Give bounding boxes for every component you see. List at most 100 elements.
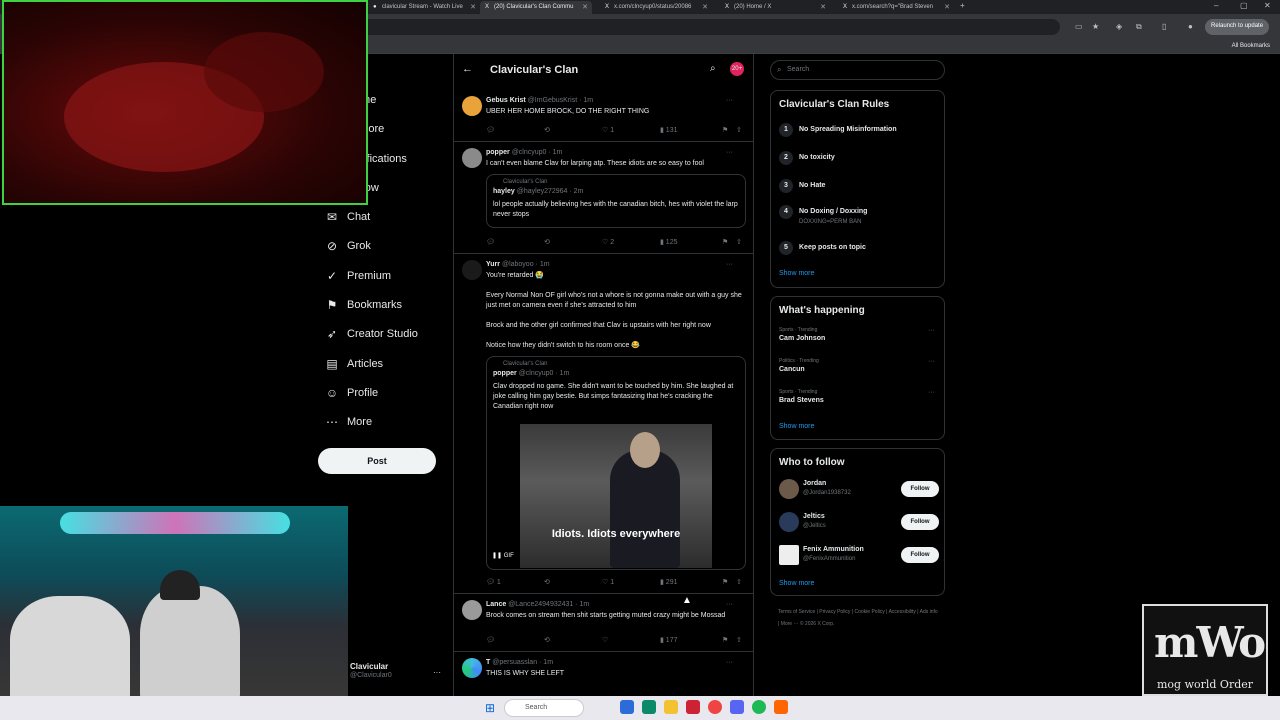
follow-show-more[interactable]: Show more: [779, 580, 814, 587]
cast-icon[interactable]: ▭: [1075, 22, 1083, 31]
like-icon[interactable]: ♡ 1: [602, 578, 614, 586]
extension-icon[interactable]: ◈: [1116, 22, 1122, 31]
repost-icon[interactable]: ⟲: [544, 636, 550, 644]
nav-creator-studio[interactable]: ➶ Creator Studio: [325, 324, 418, 344]
search-input[interactable]: ⌕ Search: [770, 60, 945, 80]
trend-more-icon[interactable]: ···: [928, 389, 935, 396]
post[interactable]: T @persuasslan · 1m ··· THIS IS WHY SHE …: [454, 652, 753, 696]
pause-icon[interactable]: ❚❚: [492, 553, 502, 559]
rules-show-more[interactable]: Show more: [779, 270, 814, 277]
follow-suggestion[interactable]: Fenix Ammunition @FenixAmmunition Follow: [779, 545, 939, 567]
author-handle[interactable]: @ImGebusKrist · 1m: [528, 97, 593, 104]
taskbar-app-icon[interactable]: [774, 700, 788, 714]
trend-item[interactable]: Sports · Trending Brad Stevens ···: [779, 389, 939, 404]
nav-chat[interactable]: ✉ Chat: [325, 207, 370, 227]
author-name[interactable]: T: [486, 659, 490, 666]
avatar[interactable]: [462, 658, 482, 678]
post-more-icon[interactable]: ···: [726, 97, 733, 104]
author-name[interactable]: Yurr: [486, 261, 500, 268]
reply-icon[interactable]: 💬︎: [486, 126, 495, 134]
author-handle[interactable]: @laboyoo · 1m: [502, 261, 550, 268]
sidepanel-icon[interactable]: ▯: [1162, 22, 1166, 31]
avatar[interactable]: [462, 600, 482, 620]
author-handle[interactable]: @persuasslan · 1m: [492, 659, 553, 666]
maximize-icon[interactable]: ▢: [1240, 1, 1248, 10]
notification-badge[interactable]: 20+: [730, 62, 744, 76]
close-icon[interactable]: ✕: [702, 3, 708, 11]
reply-icon[interactable]: 💬︎: [486, 636, 495, 644]
post[interactable]: Gebus Krist @ImGebusKrist · 1m UBER HER …: [454, 90, 753, 142]
follow-button[interactable]: Follow: [901, 481, 939, 497]
quoted-post[interactable]: Clavicular's Clan hayley @hayley272964 ·…: [486, 174, 746, 228]
close-window-icon[interactable]: ✕: [1264, 1, 1271, 10]
nav-profile[interactable]: ☺ Profile: [325, 383, 378, 403]
avatar[interactable]: [779, 512, 799, 532]
author-handle[interactable]: @Lance2494932431 · 1m: [508, 601, 589, 608]
taskbar-app-icon[interactable]: [620, 700, 634, 714]
tab-home[interactable]: X (20) Home / X ✕: [720, 1, 830, 14]
nav-more[interactable]: ⋯ More: [325, 412, 372, 432]
trend-item[interactable]: Politics · Trending Cancun ···: [779, 358, 939, 373]
share-icon[interactable]: ⇧: [736, 636, 742, 644]
avatar[interactable]: [462, 260, 482, 280]
author-name[interactable]: Lance: [486, 601, 506, 608]
profile-icon[interactable]: ●: [1188, 22, 1193, 31]
author-handle[interactable]: @clncyup0 · 1m: [512, 149, 563, 156]
nav-grok[interactable]: ⊘ Grok: [325, 236, 371, 256]
trend-more-icon[interactable]: ···: [928, 327, 935, 334]
star-icon[interactable]: ★: [1092, 22, 1099, 31]
spotify-icon[interactable]: [752, 700, 766, 714]
account-switcher[interactable]: Clavicular @Clavicular0: [350, 662, 392, 679]
url-field[interactable]: [360, 19, 1060, 35]
post-more-icon[interactable]: ···: [726, 261, 733, 268]
back-arrow-icon[interactable]: ←: [462, 63, 473, 75]
share-icon[interactable]: ⇧: [736, 578, 742, 586]
follow-button[interactable]: Follow: [901, 547, 939, 563]
close-icon[interactable]: ✕: [470, 3, 476, 11]
bookmark-icon[interactable]: ⚑: [722, 578, 728, 586]
share-icon[interactable]: ⇧: [736, 238, 742, 246]
bookmark-icon[interactable]: ⚑: [722, 636, 728, 644]
close-icon[interactable]: ✕: [820, 3, 826, 11]
tab-search[interactable]: Xx.com/search?q="Brad Steven ✕: [838, 1, 954, 14]
post[interactable]: popper @clncyup0 · 1m I can't even blame…: [454, 142, 753, 254]
bookmark-icon[interactable]: ⚑: [722, 238, 728, 246]
follow-suggestion[interactable]: Jordan @Jordan1938732 Follow: [779, 479, 939, 501]
footer-links[interactable]: Terms of Service | Privacy Policy | Cook…: [778, 606, 938, 630]
avatar[interactable]: [462, 148, 482, 168]
new-tab-icon[interactable]: +: [960, 1, 965, 10]
reply-icon[interactable]: 💬︎ 1: [486, 578, 501, 586]
like-icon[interactable]: ♡ 2: [602, 238, 614, 246]
follow-button[interactable]: Follow: [901, 514, 939, 530]
post[interactable]: Lance @Lance2494932431 · 1m ··· Brock co…: [454, 594, 753, 652]
post-more-icon[interactable]: ···: [726, 659, 733, 666]
tab-community[interactable]: X (20) Clavicular's Clan Commu ✕: [480, 1, 592, 14]
all-bookmarks-link[interactable]: All Bookmarks: [1232, 43, 1270, 49]
views-icon[interactable]: ▮ 177: [660, 636, 677, 644]
taskbar-app-icon[interactable]: [642, 700, 656, 714]
reply-icon[interactable]: 💬︎: [486, 238, 495, 246]
views-icon[interactable]: ▮ 131: [660, 126, 677, 134]
close-icon[interactable]: ✕: [944, 3, 950, 11]
like-icon[interactable]: ♡: [602, 636, 608, 644]
account-more-icon[interactable]: ···: [433, 668, 441, 677]
repost-icon[interactable]: ⟲: [544, 578, 550, 586]
nav-premium[interactable]: ✓ Premium: [325, 266, 391, 286]
gif-badge[interactable]: ❚❚ GIF: [492, 552, 514, 559]
search-icon[interactable]: ⌕: [710, 63, 716, 74]
puzzle-icon[interactable]: ⧉: [1136, 22, 1142, 32]
bookmark-icon[interactable]: ⚑: [722, 126, 728, 134]
views-icon[interactable]: ▮ 125: [660, 238, 677, 246]
happening-show-more[interactable]: Show more: [779, 423, 814, 430]
repost-icon[interactable]: ⟲: [544, 126, 550, 134]
share-icon[interactable]: ⇧: [736, 126, 742, 134]
relaunch-button[interactable]: Relaunch to update: [1205, 19, 1270, 35]
gif-media[interactable]: Idiots. Idiots everywhere ❚❚ GIF: [492, 424, 712, 568]
avatar[interactable]: [779, 545, 799, 565]
nav-bookmarks[interactable]: ⚑ Bookmarks: [325, 295, 402, 315]
post-more-icon[interactable]: ···: [726, 601, 733, 608]
folder-icon[interactable]: [664, 700, 678, 714]
trend-more-icon[interactable]: ···: [928, 358, 935, 365]
post-button[interactable]: Post: [318, 448, 436, 474]
tab-stream[interactable]: ● clavicular Stream - Watch Live ✕: [368, 1, 480, 14]
